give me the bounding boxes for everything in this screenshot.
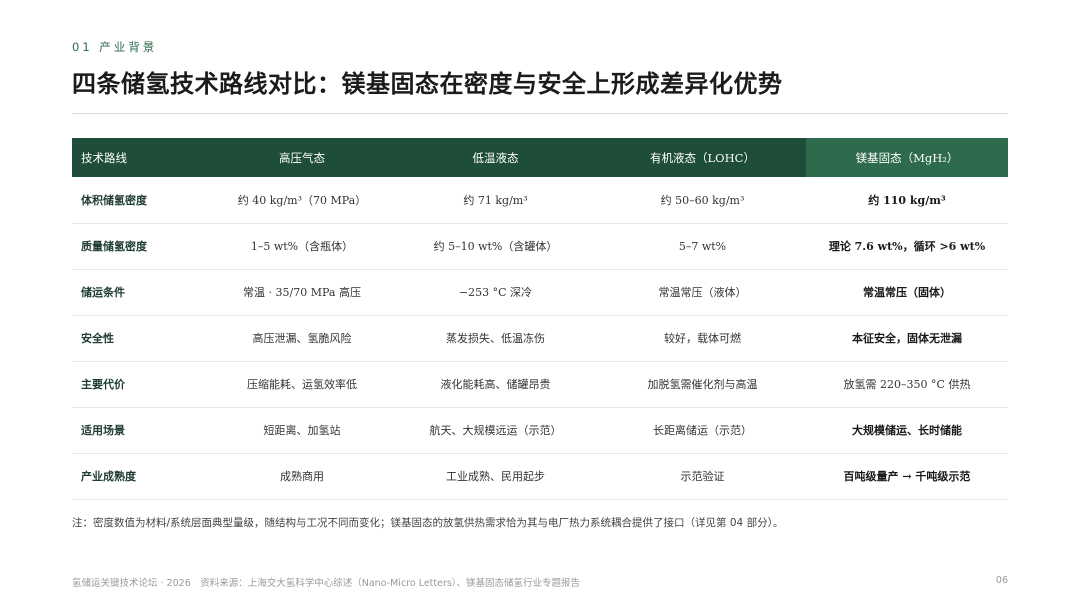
- table-cell: 常温 · 35/70 MPa 高压: [212, 269, 392, 316]
- table-cell-highlight: 常温常压（固体）: [806, 269, 1008, 316]
- table-row: 适用场景 短距离、加氢站 航天、大规模远运（示范） 长距离储运（示范） 大规模储…: [72, 407, 1008, 454]
- header-cryogenic-liquid: 低温液态: [392, 138, 599, 177]
- table-cell: 5–7 wt%: [599, 223, 806, 270]
- table-cell-highlight: 大规模储运、长时储能: [806, 407, 1008, 454]
- table-header-row: 技术路线 高压气态 低温液态 有机液态（LOHC） 镁基固态（MgH₂）: [72, 138, 1008, 177]
- table-row: 主要代价 压缩能耗、运氢效率低 液化能耗高、储罐昂贵 加脱氢需催化剂与高温 放氢…: [72, 361, 1008, 408]
- page-number: 06: [995, 575, 1008, 586]
- section-label: 01 产业背景: [72, 40, 158, 54]
- table-cell: 液化能耗高、储罐昂贵: [392, 361, 599, 408]
- table-cell: 加脱氢需催化剂与高温: [599, 361, 806, 408]
- footnote: 注：密度数值为材料/系统层面典型量级，随结构与工况不同而变化；镁基固态的放氢供热…: [72, 517, 784, 529]
- row-label: 储运条件: [72, 269, 212, 316]
- table-cell: 蒸发损失、低温冻伤: [392, 315, 599, 362]
- table-cell: 成熟商用: [212, 453, 392, 500]
- table-cell: 长距离储运（示范）: [599, 407, 806, 454]
- table-cell: 约 40 kg/m³（70 MPa）: [212, 177, 392, 224]
- table-cell: 压缩能耗、运氢效率低: [212, 361, 392, 408]
- table-cell: 航天、大规模远运（示范）: [392, 407, 599, 454]
- table-cell-highlight: 约 110 kg/m³: [806, 177, 1008, 224]
- table-cell: −253 °C 深冷: [392, 269, 599, 316]
- table-cell-highlight: 本征安全，固体无泄漏: [806, 315, 1008, 362]
- table-cell: 约 5–10 wt%（含罐体）: [392, 223, 599, 270]
- table-row: 安全性 高压泄漏、氢脆风险 蒸发损失、低温冻伤 较好，载体可燃 本征安全，固体无…: [72, 315, 1008, 362]
- page-title: 四条储氢技术路线对比：镁基固态在密度与安全上形成差异化优势: [72, 70, 783, 98]
- table-cell: 较好，载体可燃: [599, 315, 806, 362]
- row-label: 安全性: [72, 315, 212, 362]
- table-cell-highlight: 理论 7.6 wt%，循环 >6 wt%: [806, 223, 1008, 270]
- table-cell: 放氢需 220–350 °C 供热: [806, 361, 1008, 408]
- table-cell: 高压泄漏、氢脆风险: [212, 315, 392, 362]
- footer-source: 氢储运关键技术论坛 · 2026 资料来源：上海交大氢科学中心综述（Nano-M…: [72, 578, 581, 589]
- table-row: 质量储氢密度 1–5 wt%（含瓶体） 约 5–10 wt%（含罐体） 5–7 …: [72, 223, 1008, 270]
- table-cell: 示范验证: [599, 453, 806, 500]
- table-cell: 1–5 wt%（含瓶体）: [212, 223, 392, 270]
- header-magnesium-solid: 镁基固态（MgH₂）: [806, 138, 1008, 177]
- header-lohc: 有机液态（LOHC）: [599, 138, 806, 177]
- row-label: 适用场景: [72, 407, 212, 454]
- table-cell: 工业成熟、民用起步: [392, 453, 599, 500]
- row-label: 产业成熟度: [72, 453, 212, 500]
- table-cell: 短距离、加氢站: [212, 407, 392, 454]
- table-row: 体积储氢密度 约 40 kg/m³（70 MPa） 约 71 kg/m³ 约 5…: [72, 177, 1008, 224]
- title-divider: [72, 113, 1008, 114]
- comparison-table: 技术路线 高压气态 低温液态 有机液态（LOHC） 镁基固态（MgH₂） 体积储…: [72, 138, 1008, 500]
- table-cell: 约 50–60 kg/m³: [599, 177, 806, 224]
- row-label: 体积储氢密度: [72, 177, 212, 224]
- table-cell: 约 71 kg/m³: [392, 177, 599, 224]
- row-label: 主要代价: [72, 361, 212, 408]
- header-high-pressure-gas: 高压气态: [212, 138, 392, 177]
- header-route: 技术路线: [72, 138, 212, 177]
- table-cell-highlight: 百吨级量产 → 千吨级示范: [806, 453, 1008, 500]
- table-row: 储运条件 常温 · 35/70 MPa 高压 −253 °C 深冷 常温常压（液…: [72, 269, 1008, 316]
- table-cell: 常温常压（液体）: [599, 269, 806, 316]
- table-row: 产业成熟度 成熟商用 工业成熟、民用起步 示范验证 百吨级量产 → 千吨级示范: [72, 453, 1008, 500]
- row-label: 质量储氢密度: [72, 223, 212, 270]
